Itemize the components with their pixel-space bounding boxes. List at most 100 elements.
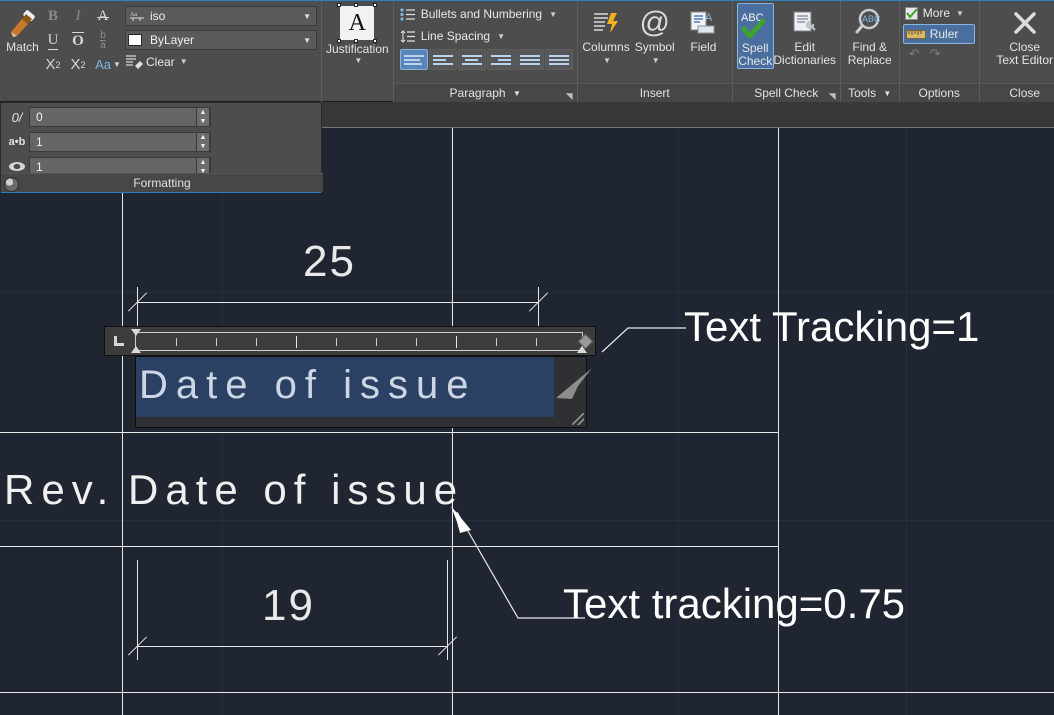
justification-glyph: A <box>348 9 367 36</box>
stepper-up-icon[interactable]: ▲ <box>197 158 209 167</box>
stepper-down-icon[interactable]: ▼ <box>197 117 209 126</box>
close-label-2: Text Editor <box>996 53 1054 67</box>
stepper-up-icon[interactable]: ▲ <box>197 133 209 142</box>
ribbon-panel-label-paragraph[interactable]: Paragraph ▼ ◥ <box>393 83 577 102</box>
abc-checkmark-icon: ABC <box>739 6 771 42</box>
align-center-button[interactable] <box>457 49 486 70</box>
edit-dictionaries-label-2: Dictionaries <box>773 53 837 67</box>
field-button[interactable]: A Field <box>679 3 728 54</box>
oblique-angle-stepper[interactable]: ▲ ▼ <box>196 107 210 127</box>
tracking-value: 1 <box>36 135 43 149</box>
width-factor-value: 1 <box>36 160 43 174</box>
color-combobox[interactable]: ByLayer ▼ <box>125 30 317 50</box>
line-spacing-label: Line Spacing <box>420 29 491 43</box>
align-distributed-button[interactable] <box>544 49 573 70</box>
justification-button[interactable]: A Justification ▼ <box>326 3 389 65</box>
symbol-label: Symbol <box>634 40 675 54</box>
close-text-editor-button[interactable]: Close Text Editor <box>984 3 1054 67</box>
chevron-down-icon[interactable]: ▼ <box>549 10 557 19</box>
edit-dictionaries-button[interactable]: Edit Dictionaries <box>773 3 837 67</box>
italic-button[interactable]: I <box>66 5 90 28</box>
chevron-down-icon[interactable]: ▼ <box>303 36 314 45</box>
change-case-button[interactable]: Aa ▼ <box>91 53 125 76</box>
subscript-exp: 2 <box>80 59 86 70</box>
chevron-down-icon[interactable]: ▼ <box>354 56 362 65</box>
ribbon-panel-label-tools[interactable]: Tools ▼ <box>840 83 899 102</box>
redo-arrow-icon[interactable]: ↷ <box>930 46 941 62</box>
ruler-tick <box>256 338 257 346</box>
columns-button[interactable]: Columns ▼ <box>582 3 631 67</box>
chevron-down-icon[interactable]: ▼ <box>180 57 188 66</box>
ribbon-panel-label-insert: Insert <box>577 83 732 102</box>
oblique-angle-input[interactable]: 0 ▲ ▼ <box>29 107 211 127</box>
ribbon-panel-formatting: Match B I A U O b a X 2 X 2 Aa ▼ Aa iso … <box>0 0 322 102</box>
overline-button[interactable]: O <box>66 29 90 52</box>
italic-label: I <box>75 8 81 24</box>
align-justify-button[interactable] <box>515 49 544 70</box>
ruler-track[interactable] <box>135 332 583 351</box>
bold-button[interactable]: B <box>41 5 65 28</box>
stack-button[interactable]: b a <box>91 29 115 52</box>
ribbon-panel-options: More ▼ Ruler ↶ ↷ Options <box>899 0 980 102</box>
match-properties-button[interactable]: Match <box>4 3 41 54</box>
line-spacing-button[interactable]: Line Spacing ▼ <box>400 25 505 47</box>
strikethrough-button[interactable]: A <box>91 5 115 28</box>
chevron-down-icon[interactable]: ▼ <box>883 89 891 98</box>
hanging-indent-marker[interactable] <box>131 346 141 353</box>
first-line-indent-marker[interactable] <box>131 329 141 336</box>
tab-stop-marker[interactable] <box>107 329 131 353</box>
strikethrough-label: A <box>96 8 110 24</box>
grid-line <box>0 292 1054 293</box>
inplace-text-editor[interactable]: Date of issue <box>135 356 587 428</box>
clear-formatting-button[interactable]: Clear ▼ <box>125 54 317 69</box>
symbol-button[interactable]: @ Symbol ▼ <box>630 3 679 67</box>
tracking-input[interactable]: 1 ▲ ▼ <box>29 132 211 152</box>
chevron-down-icon[interactable]: ▼ <box>303 12 314 21</box>
chevron-down-icon[interactable]: ▼ <box>603 54 611 67</box>
color-value: ByLayer <box>150 33 195 47</box>
tracking-icon: a•b <box>8 136 26 148</box>
ribbon-panel-paragraph: Bullets and Numbering ▼ Line Spacing ▼ P… <box>393 0 578 102</box>
stepper-up-icon[interactable]: ▲ <box>197 108 209 117</box>
underline-label: U <box>47 31 59 50</box>
checkbox-checked-icon <box>904 6 918 20</box>
chevron-down-icon[interactable]: ▼ <box>513 89 521 98</box>
editor-text[interactable]: Date of issue <box>139 363 476 408</box>
editor-resize-grip[interactable] <box>572 413 584 425</box>
dialog-launcher-icon[interactable]: ◥ <box>566 87 573 106</box>
dialog-launcher-icon[interactable]: ◥ <box>829 87 836 106</box>
change-case-label: Aa <box>95 57 111 72</box>
ribbon-panel-justification: A Justification ▼ <box>322 0 394 102</box>
superscript-exp: 2 <box>55 59 61 70</box>
columns-icon <box>592 5 620 41</box>
ruler-toggle-button[interactable]: Ruler <box>902 24 975 44</box>
line-spacing-icon <box>400 29 415 43</box>
chevron-down-icon[interactable]: ▼ <box>652 54 660 67</box>
find-and-replace-button[interactable]: ABC Find & Replace <box>845 3 895 67</box>
align-right-button[interactable] <box>486 49 515 70</box>
bullets-and-numbering-button[interactable]: Bullets and Numbering ▼ <box>400 3 557 25</box>
cell-text-date-of-issue[interactable]: Date of issue <box>128 466 464 514</box>
color-swatch <box>128 34 142 46</box>
extension-line <box>137 287 138 329</box>
chevron-down-icon[interactable]: ▼ <box>497 32 505 41</box>
underline-button[interactable]: U <box>41 29 65 52</box>
text-editor-ruler[interactable] <box>104 326 596 356</box>
font-combobox[interactable]: Aa iso ▼ <box>125 6 317 26</box>
spell-check-button[interactable]: ABC Spell Check <box>736 3 774 69</box>
cell-text-rev[interactable]: Rev. <box>4 466 115 514</box>
chevron-down-icon[interactable]: ▼ <box>956 9 964 18</box>
ribbon-panel-label-close: Close <box>979 83 1054 102</box>
undo-arrow-icon[interactable]: ↶ <box>909 46 920 62</box>
tracking-stepper[interactable]: ▲ ▼ <box>196 132 210 152</box>
subscript-button[interactable]: X2 <box>66 53 90 76</box>
more-options-button[interactable]: More ▼ <box>903 3 964 23</box>
paragraph-marks-button[interactable] <box>399 49 428 70</box>
stepper-down-icon[interactable]: ▼ <box>197 142 209 151</box>
abc-magnifier-icon: ABC <box>854 5 886 41</box>
superscript-button[interactable]: X2 <box>41 53 65 76</box>
formatting-panel-title[interactable]: Formatting <box>1 173 323 192</box>
more-label: More <box>922 6 951 20</box>
align-left-button[interactable] <box>428 49 457 70</box>
match-properties-brush-icon <box>5 5 41 39</box>
